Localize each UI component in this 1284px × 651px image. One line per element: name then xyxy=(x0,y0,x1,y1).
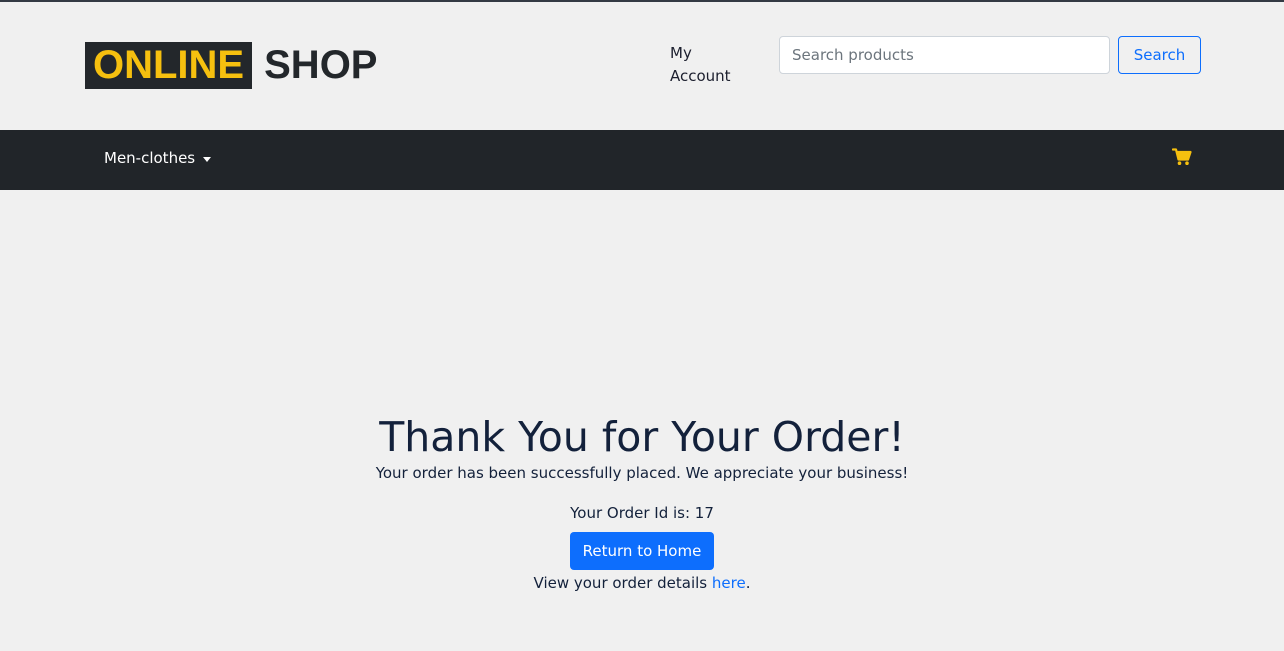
site-header: ONLINE SHOP My Account Search xyxy=(0,2,1284,130)
category-dropdown-label: Men-clothes xyxy=(104,149,196,167)
order-details-link[interactable]: here xyxy=(712,574,746,592)
confirmation-title: Thank You for Your Order! xyxy=(379,413,905,461)
details-prefix: View your order details xyxy=(533,574,712,592)
category-dropdown[interactable]: Men-clothes xyxy=(104,149,212,167)
main-navbar: Men-clothes xyxy=(0,130,1284,190)
confirmation-message: Your order has been successfully placed.… xyxy=(375,464,909,482)
caret-down-icon xyxy=(203,156,212,162)
site-logo[interactable]: ONLINE SHOP xyxy=(85,42,377,89)
order-id-text: Your Order Id is: 17 xyxy=(570,504,714,522)
details-suffix: . xyxy=(745,574,751,592)
search-input[interactable] xyxy=(779,36,1110,74)
my-account-link[interactable]: My Account xyxy=(670,42,750,88)
logo-shop-text: SHOP xyxy=(264,43,378,87)
search-button[interactable]: Search xyxy=(1118,36,1201,74)
order-details-text: View your order details here. xyxy=(0,572,1284,594)
order-confirmation: Thank You for Your Order! Your order has… xyxy=(0,412,1284,594)
return-home-button[interactable]: Return to Home xyxy=(569,532,715,570)
shopping-cart-icon[interactable] xyxy=(1172,148,1192,166)
logo-online-text: ONLINE xyxy=(85,42,253,89)
